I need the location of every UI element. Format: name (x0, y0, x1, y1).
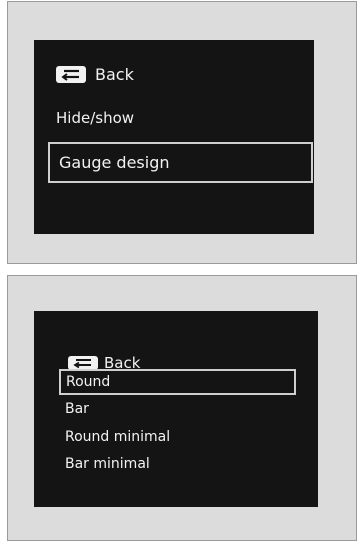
menu-item-label: Round (66, 374, 111, 390)
gauge-settings-panel: Back Hide/show Gauge design (7, 1, 357, 264)
menu-item-bar-minimal[interactable]: Bar minimal (65, 454, 150, 474)
menu-item-hide-show[interactable]: Hide/show (56, 108, 134, 128)
menu-item-bar[interactable]: Bar (65, 399, 89, 419)
back-arrow-icon (56, 65, 86, 83)
menu-item-label: Round minimal (65, 429, 171, 445)
menu-item-round-minimal[interactable]: Round minimal (65, 427, 170, 447)
menu-item-label: Bar minimal (65, 456, 150, 472)
back-arrow-icon (68, 356, 98, 370)
menu-item-label: Hide/show (56, 109, 135, 127)
back-label: Back (95, 64, 134, 84)
gauge-design-panel: Back Round Bar Round minimal Bar minimal (7, 275, 357, 541)
display-screen: Back Hide/show Gauge design (34, 40, 314, 234)
back-button[interactable]: Back (56, 64, 134, 84)
menu-item-round[interactable]: Round (59, 369, 296, 395)
menu-item-label: Gauge design (59, 153, 170, 172)
menu-item-label: Bar (65, 401, 89, 417)
display-screen: Back Round Bar Round minimal Bar minimal (34, 311, 318, 507)
menu-item-gauge-design[interactable]: Gauge design (48, 142, 313, 183)
